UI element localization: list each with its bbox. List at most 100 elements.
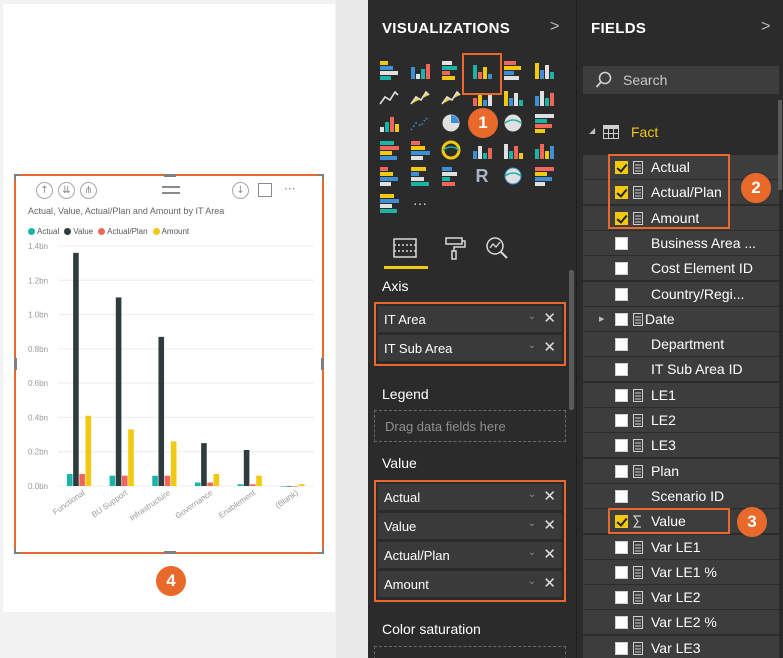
axis-well-it-area[interactable]: IT Area ⌄ ✕ [378,306,562,333]
bar-amount-blank[interactable] [298,484,305,486]
field-checkbox[interactable] [615,616,628,630]
field-le3[interactable]: LE3 [583,432,779,458]
collapse-fields-icon[interactable]: > [761,18,770,36]
field-business-area[interactable]: Business Area ... [583,229,779,255]
field-checkbox[interactable] [615,565,628,579]
legend-item[interactable]: Actual/Plan [98,227,148,236]
remove-field-icon[interactable]: ✕ [543,545,556,563]
legend-drop-zone[interactable]: Drag data fields here [374,410,566,442]
viz-card-icon[interactable] [469,138,495,162]
resize-handle-top[interactable] [164,174,176,177]
bar-actual-enablement[interactable] [237,484,244,486]
chevron-down-icon[interactable]: ⌄ [528,340,536,351]
viz-filled-map-icon[interactable] [531,111,557,135]
value-well-amount[interactable]: Amount ⌄ ✕ [378,571,562,598]
bar-actual-infrastructure[interactable] [152,475,158,486]
bar-actual-functional[interactable] [66,474,73,486]
fields-scrollbar[interactable] [778,100,782,190]
field-country-regi[interactable]: Country/Regi... [583,280,779,306]
field-var-le2[interactable]: Var LE2 % [583,609,779,635]
field-checkbox[interactable] [615,388,628,402]
viz-waterfall-icon[interactable] [376,111,402,135]
field-le1[interactable]: LE1 [583,381,779,407]
resize-handle-right[interactable] [321,358,324,370]
bar-value-blank[interactable] [286,486,293,487]
resize-handle-top-right[interactable] [318,174,324,180]
bar-value-infrastructure[interactable] [158,336,165,486]
bar-actual-plan-enablement[interactable] [250,484,256,486]
viz-slicer-icon[interactable] [376,164,402,188]
bar-actual-plan-functional[interactable] [79,474,85,486]
field-checkbox[interactable] [615,489,628,503]
fields-search-input[interactable]: Search [583,66,779,94]
bar-amount-bu-support[interactable] [128,429,134,486]
field-scenario-id[interactable]: Scenario ID [583,482,779,508]
field-var-le3[interactable]: Var LE3 [583,634,779,658]
field-department[interactable]: Department [583,331,779,357]
field-checkbox[interactable] [615,363,628,377]
viz-globe-icon[interactable] [500,164,526,188]
bar-amount-governance[interactable] [213,474,220,486]
legend-item[interactable]: Actual [28,227,59,236]
bar-actual-plan-governance[interactable] [207,482,213,486]
field-checkbox[interactable] [615,262,628,276]
remove-field-icon[interactable]: ✕ [543,338,556,356]
field-checkbox[interactable] [615,414,628,427]
field-checkbox[interactable] [615,439,628,453]
collapse-triangle-icon[interactable]: ◢ [589,126,595,135]
field-date[interactable]: ▶ Date [583,305,779,331]
field-checkbox[interactable] [615,540,628,554]
bar-actual-plan-infrastructure[interactable] [164,475,171,486]
expand-triangle-icon[interactable]: ▶ [599,315,604,323]
viz-funnel-icon[interactable] [407,138,433,162]
viz-table-icon[interactable] [407,164,433,188]
bar-value-enablement[interactable] [243,450,250,486]
value-well-actual[interactable]: Actual ⌄ ✕ [378,484,562,511]
field-var-le1[interactable]: Var LE1 % [583,558,779,584]
value-well-value[interactable]: Value ⌄ ✕ [378,513,562,540]
drag-grip-icon[interactable] [162,186,180,194]
next-level-icon[interactable]: ⇊ [58,182,75,199]
chevron-down-icon[interactable]: ⌄ [528,518,536,529]
viz-gauge-icon[interactable] [438,138,464,162]
viz-pie-icon[interactable] [438,111,464,135]
color-saturation-drop-zone[interactable] [374,646,566,658]
resize-handle-bottom[interactable] [164,551,176,554]
remove-field-icon[interactable]: ✕ [543,516,556,534]
viz-shape-map-icon[interactable] [376,138,402,162]
field-it-sub-area-id[interactable]: IT Sub Area ID [583,356,779,382]
viz-pane-scrollbar[interactable] [569,270,574,410]
viz-custom-2-icon[interactable] [376,191,402,215]
field-plan[interactable]: Plan [583,457,779,483]
bar-actual-plan-blank[interactable] [292,486,299,487]
viz-ribbon-icon[interactable] [531,85,557,109]
field-checkbox[interactable] [615,312,628,326]
collapse-visualizations-icon[interactable]: > [550,18,559,36]
bar-actual-blank[interactable] [280,486,286,487]
bar-actual-governance[interactable] [194,482,201,486]
chevron-down-icon[interactable]: ⌄ [528,576,536,587]
more-options-icon[interactable]: ··· [284,182,295,196]
clustered-column-visual[interactable]: ↑ ⇊ ⋔ ↓ ··· Actual, Value, Actual/Plan a… [14,174,324,554]
viz-multi-row-card-icon[interactable] [500,138,526,162]
analytics-tab[interactable] [482,234,512,262]
field-var-le2[interactable]: Var LE2 [583,584,779,610]
legend-item[interactable]: Value [64,227,93,236]
field-checkbox[interactable] [615,236,628,250]
chevron-down-icon[interactable]: ⌄ [528,311,536,322]
viz-stacked-area-icon[interactable] [438,85,464,109]
field-checkbox[interactable] [615,641,628,655]
viz-scatter-icon[interactable] [407,111,433,135]
field-checkbox[interactable] [615,464,628,478]
bar-value-governance[interactable] [201,443,207,486]
viz-map-icon[interactable] [500,111,526,135]
viz-custom-1-icon[interactable] [531,164,557,188]
field-cost-element-id[interactable]: Cost Element ID [583,255,779,281]
field-le2[interactable]: LE2 [583,407,779,432]
drill-down-icon[interactable]: ↓ [232,182,249,199]
bar-amount-infrastructure[interactable] [170,441,177,486]
bar-value-bu-support[interactable] [115,297,122,486]
resize-handle-bottom-left[interactable] [14,548,20,554]
resize-handle-bottom-right[interactable] [318,548,324,554]
value-well-actual-plan[interactable]: Actual/Plan ⌄ ✕ [378,542,562,569]
